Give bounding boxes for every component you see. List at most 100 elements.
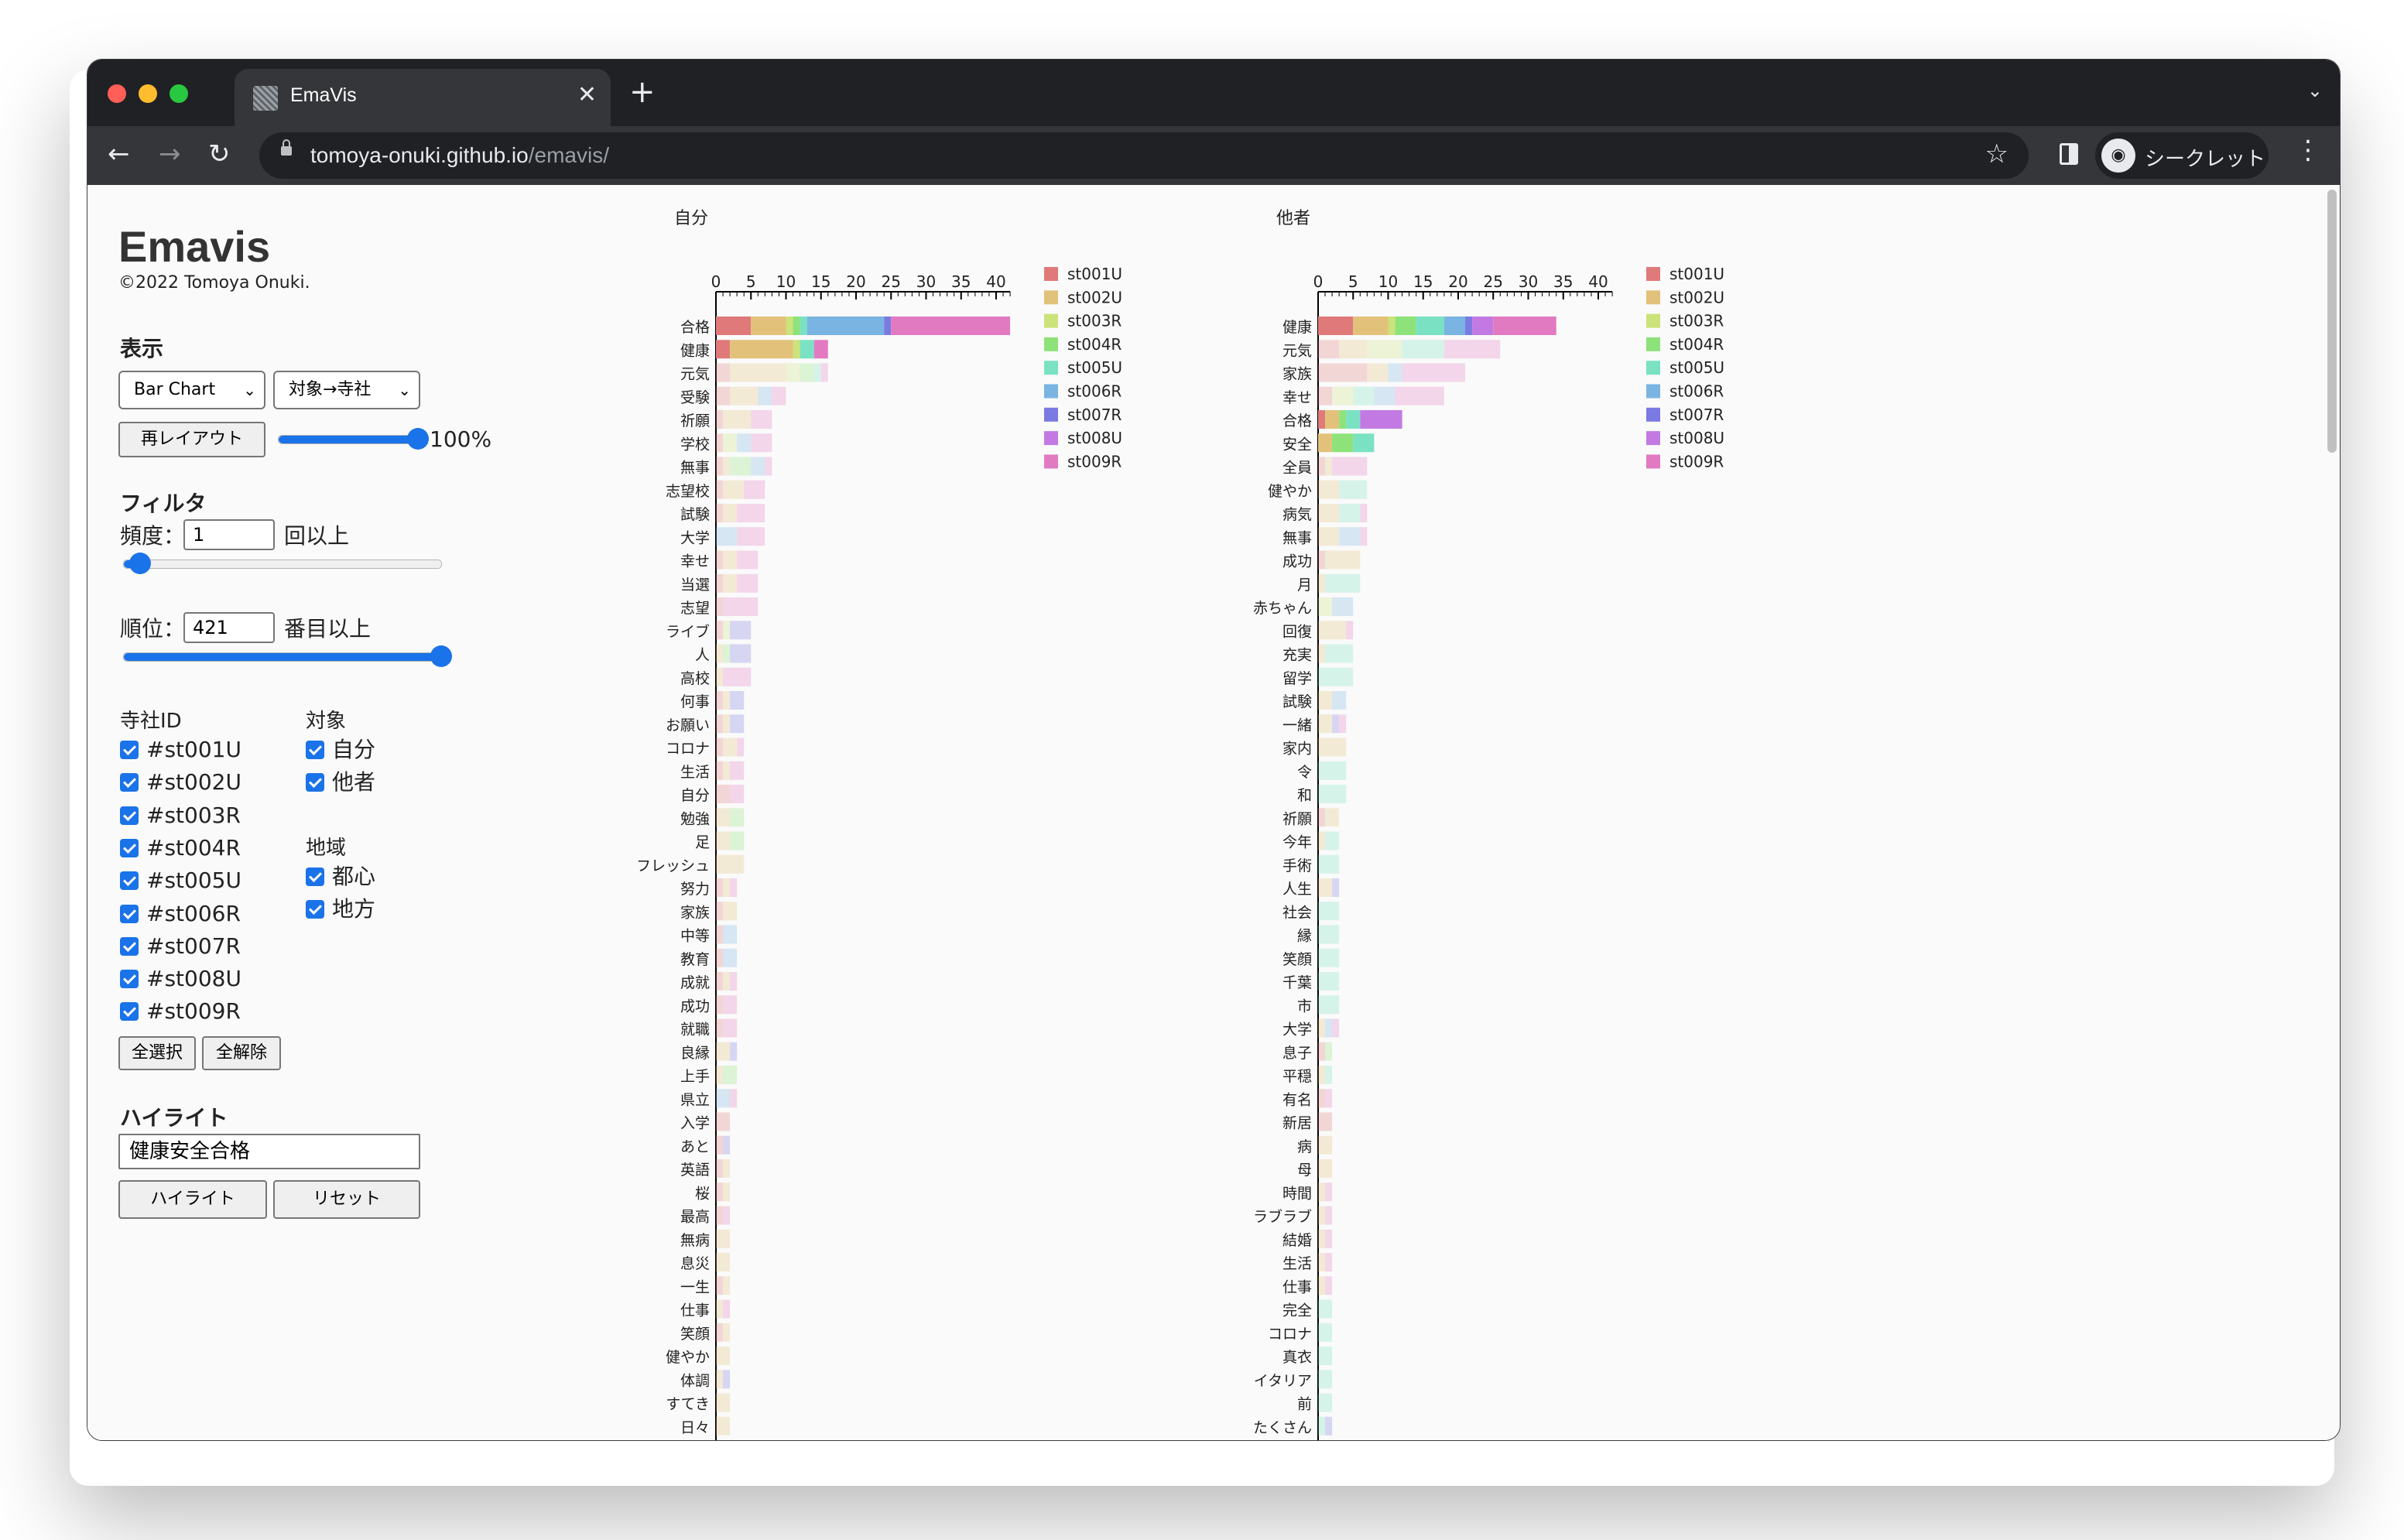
bar-segment [716, 691, 724, 710]
freq-slider[interactable] [123, 553, 442, 574]
freq-slider-thumb[interactable] [128, 553, 151, 574]
chart-legend: st001U st002U st003R st004R st005U st006R st00… [1044, 265, 1122, 471]
bar-segment [1332, 457, 1368, 476]
checkbox-checked-icon[interactable] [306, 868, 324, 886]
page-scrollbar[interactable] [2327, 190, 2337, 453]
incognito-indicator[interactable]: ◉ シークレット [2095, 132, 2269, 179]
bar-segment [730, 785, 745, 803]
rank-label: 順位： [120, 616, 186, 642]
mode-select[interactable]: 対象→寺社 ⌄ [273, 371, 420, 409]
bar-segment [1318, 1182, 1326, 1202]
bar-segment [716, 737, 724, 757]
x-tick-label: 40 [986, 272, 1005, 291]
reset-button[interactable]: リセット [273, 1180, 420, 1219]
shrine-id-checkbox[interactable]: #st002U [120, 768, 241, 796]
reload-icon[interactable]: ↻ [208, 139, 231, 169]
checkbox-checked-icon[interactable] [306, 741, 324, 759]
tab-search-icon[interactable]: ⌄ [2307, 80, 2323, 101]
address-bar[interactable]: tomoya-onuki.github.io/emavis/ ☆ [259, 132, 2029, 179]
close-window-button[interactable] [108, 84, 126, 103]
shrine-id-label: #st001U [146, 737, 241, 762]
checkbox-checked-icon[interactable] [120, 871, 139, 891]
shrine-id-checkbox[interactable]: #st001U [120, 736, 241, 764]
y-tick-label: 健康 [680, 342, 710, 359]
bar-segment [730, 1089, 738, 1108]
bar-segment [1353, 317, 1389, 335]
y-tick-label: 結婚 [1282, 1232, 1312, 1249]
region-checkbox[interactable]: 都心 [306, 863, 375, 891]
bar-segment [716, 644, 724, 663]
bar-segment [730, 808, 745, 827]
y-tick-label: フレッシュ [636, 857, 710, 874]
checkbox-checked-icon[interactable] [120, 741, 139, 759]
checkbox-checked-icon[interactable] [120, 1002, 139, 1022]
bar-segment [820, 363, 828, 382]
app-title: Emavis [118, 222, 271, 271]
relayout-button[interactable]: 再レイアウト [118, 422, 265, 457]
legend-swatch [1646, 361, 1660, 375]
bar-segment [1388, 317, 1395, 335]
checkbox-checked-icon[interactable] [120, 806, 139, 825]
bar-segment [1318, 1416, 1326, 1436]
legend-label: st006R [1067, 382, 1122, 401]
zoom-slider[interactable] [278, 428, 429, 450]
target-checkbox[interactable]: 他者 [306, 768, 375, 796]
legend-label: st007R [1669, 406, 1724, 424]
shrine-id-checkbox[interactable]: #st005U [120, 867, 241, 895]
shrine-id-checkbox[interactable]: #st004R [120, 834, 241, 862]
bar-segment [1318, 1112, 1333, 1131]
minimize-window-button[interactable] [139, 84, 157, 103]
rank-slider-thumb[interactable] [430, 645, 452, 667]
chart-type-select[interactable]: Bar Chart ⌄ [118, 371, 265, 409]
shrine-id-checkbox[interactable]: #st007R [120, 933, 241, 960]
shrine-id-checkbox[interactable]: #st006R [120, 900, 241, 928]
bar-segment [1402, 363, 1466, 382]
highlight-button[interactable]: ハイライト [118, 1180, 267, 1219]
bar-segment [1443, 317, 1466, 335]
checkbox-checked-icon[interactable] [120, 838, 139, 857]
shrine-id-checkbox[interactable]: #st008U [120, 965, 241, 993]
y-tick-label: 勉強 [680, 810, 710, 827]
zoom-window-button[interactable] [170, 84, 188, 103]
freq-input[interactable]: 1 [183, 519, 275, 550]
close-tab-icon[interactable]: ✕ [577, 81, 597, 108]
select-all-button[interactable]: 全選択 [118, 1036, 196, 1070]
bar-segment [751, 410, 772, 429]
highlight-input[interactable]: 健康安全合格 [118, 1134, 420, 1169]
shrine-id-checkbox[interactable]: #st003R [120, 802, 241, 830]
browser-tab[interactable]: EmaVis ✕ [235, 69, 611, 126]
region-checkbox[interactable]: 地方 [306, 895, 375, 923]
shrine-id-checkbox[interactable]: #st009R [120, 998, 241, 1025]
forward-icon[interactable]: → [159, 139, 181, 169]
checkbox-checked-icon[interactable] [306, 773, 324, 792]
bar-segment [737, 550, 759, 570]
checkbox-checked-icon[interactable] [120, 904, 139, 923]
bar-segment [884, 317, 892, 335]
legend-swatch [1044, 407, 1058, 422]
bar-segment [1353, 433, 1375, 453]
clear-all-button[interactable]: 全解除 [202, 1036, 281, 1070]
y-tick-label: 無病 [680, 1232, 710, 1249]
chevron-down-icon: ⌄ [398, 381, 411, 399]
browser-menu-icon[interactable]: ⋮ [2295, 137, 2321, 163]
checkbox-checked-icon[interactable] [120, 936, 139, 956]
zoom-slider-thumb[interactable] [407, 428, 429, 450]
rank-input[interactable]: 421 [183, 612, 275, 643]
y-tick-label: 学校 [680, 436, 710, 453]
target-checkbox[interactable]: 自分 [306, 736, 375, 764]
bar-segment [716, 527, 738, 546]
bookmark-star-icon[interactable]: ☆ [1985, 139, 2008, 169]
chart-2: 他者 0 5 10 15 20 25 30 35 40 健康元気家族幸せ合格安全全員健やか病気無事成… [1253, 209, 1724, 1440]
side-panel-icon[interactable] [2060, 143, 2078, 165]
back-icon[interactable]: ← [108, 139, 130, 169]
bar-segment [723, 667, 752, 686]
new-tab-icon[interactable]: + [629, 77, 656, 108]
rank-slider[interactable] [123, 645, 452, 667]
bar-segment [1318, 480, 1340, 499]
chart-title: 自分 [674, 209, 708, 228]
bar-segment [723, 550, 738, 570]
checkbox-checked-icon[interactable] [120, 970, 139, 989]
checkbox-checked-icon[interactable] [120, 773, 139, 792]
bar-segment [1443, 340, 1501, 359]
checkbox-checked-icon[interactable] [306, 900, 324, 919]
